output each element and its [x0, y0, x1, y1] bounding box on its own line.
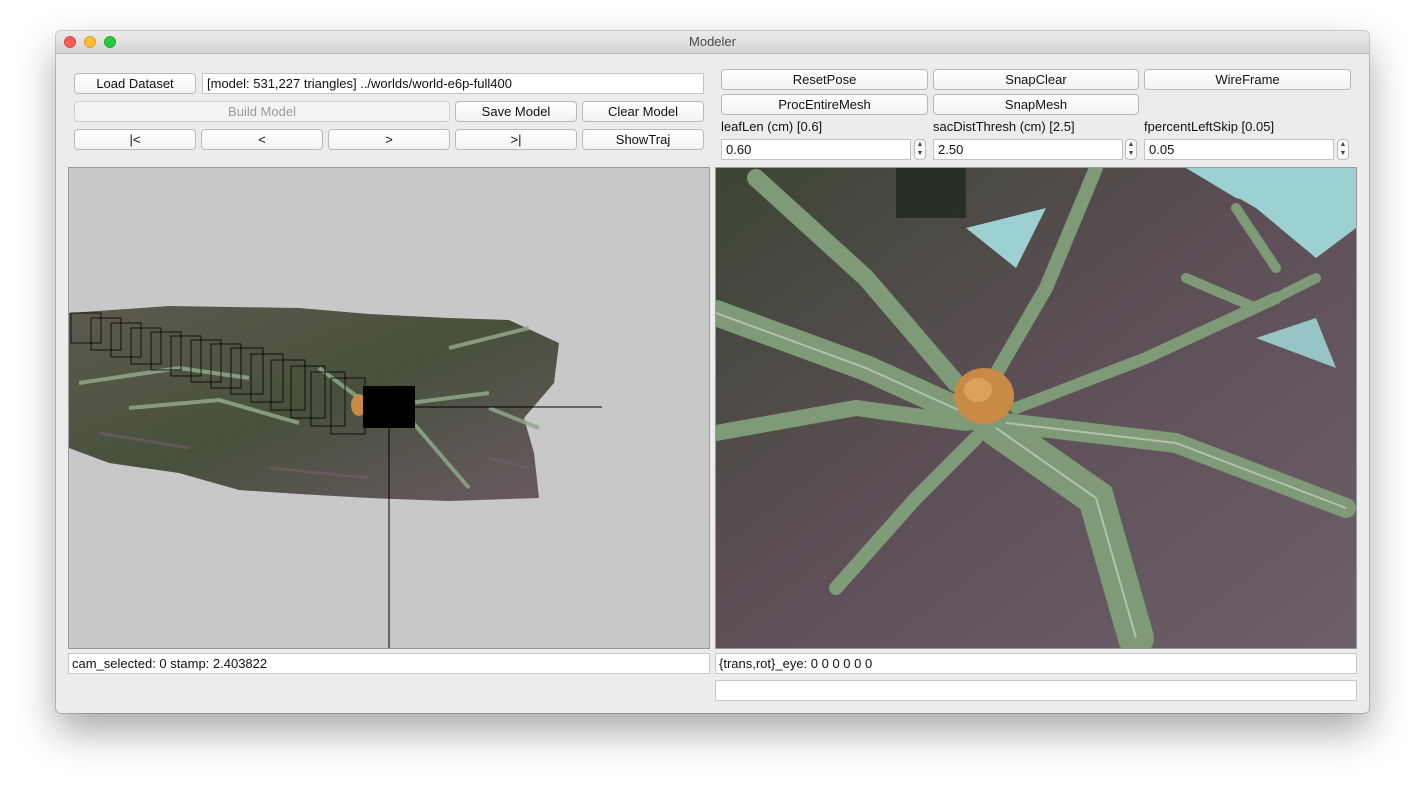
leaf-len-stepper-icon[interactable]: ▲ ▼ — [914, 139, 926, 160]
wireframe-button[interactable]: WireFrame — [1144, 69, 1351, 90]
model-render — [69, 306, 602, 648]
save-model-button[interactable]: Save Model — [455, 101, 577, 122]
sac-dist-input[interactable]: 2.50 — [933, 139, 1123, 160]
model-info-field[interactable]: [model: 531,227 triangles] ../worlds/wor… — [202, 73, 704, 94]
sac-dist-stepper-icon[interactable]: ▲ ▼ — [1125, 139, 1137, 160]
last-frame-button[interactable]: >| — [455, 129, 577, 150]
leaf-len-input[interactable]: 0.60 — [721, 139, 911, 160]
proc-entire-mesh-button[interactable]: ProcEntireMesh — [721, 94, 928, 115]
clear-model-button[interactable]: Clear Model — [582, 101, 704, 122]
fpercent-input[interactable]: 0.05 — [1144, 139, 1334, 160]
message-field[interactable] — [715, 680, 1357, 701]
fpercent-label: fpercentLeftSkip [0.05] — [1144, 119, 1275, 134]
reset-pose-button[interactable]: ResetPose — [721, 69, 928, 90]
camera-viewport[interactable] — [715, 167, 1357, 649]
modeler-window: Modeler Load Dataset [model: 531,227 tri… — [56, 31, 1369, 713]
prev-frame-button[interactable]: < — [201, 129, 323, 150]
title-bar: Modeler — [56, 31, 1369, 54]
model-viewport[interactable] — [68, 167, 710, 649]
sac-dist-label: sacDistThresh (cm) [2.5] — [933, 119, 1075, 134]
close-icon[interactable] — [64, 36, 76, 48]
window-title: Modeler — [689, 34, 736, 49]
snap-mesh-button[interactable]: SnapMesh — [933, 94, 1139, 115]
snap-clear-button[interactable]: SnapClear — [933, 69, 1139, 90]
next-frame-button[interactable]: > — [328, 129, 450, 150]
camera-render — [716, 168, 1356, 648]
eye-pose-field[interactable]: {trans,rot}_eye: 0 0 0 0 0 0 — [715, 653, 1357, 674]
show-traj-button[interactable]: ShowTraj — [582, 129, 704, 150]
build-model-button[interactable]: Build Model — [74, 101, 450, 122]
minimize-icon[interactable] — [84, 36, 96, 48]
fpercent-stepper-icon[interactable]: ▲ ▼ — [1337, 139, 1349, 160]
load-dataset-button[interactable]: Load Dataset — [74, 73, 196, 94]
leaf-len-label: leafLen (cm) [0.6] — [721, 119, 823, 134]
camera-status-field[interactable]: cam_selected: 0 stamp: 2.403822 — [68, 653, 710, 674]
first-frame-button[interactable]: |< — [74, 129, 196, 150]
maximize-icon[interactable] — [104, 36, 116, 48]
